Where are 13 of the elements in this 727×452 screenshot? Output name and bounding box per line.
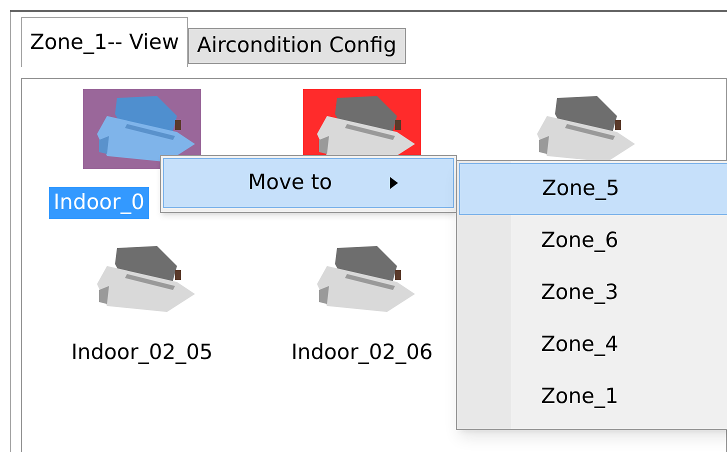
menu-item[interactable]: Zone_6 — [459, 215, 727, 267]
device-label: Indoor_02_06 — [291, 339, 433, 366]
tab[interactable]: Zone_1-- View — [21, 17, 188, 67]
device-label: Indoor_0 — [49, 187, 149, 218]
menu-item[interactable]: Zone_1 — [459, 371, 727, 423]
device-tile[interactable] — [83, 89, 201, 169]
device-label: Indoor_02_05 — [71, 339, 213, 366]
menu-item[interactable]: Zone_3 — [459, 267, 727, 319]
tab[interactable]: Aircondition Config — [188, 28, 406, 64]
submenu-arrow-icon — [390, 177, 398, 189]
menu-item[interactable]: Zone_4 — [459, 319, 727, 371]
menu-item[interactable]: Zone_5 — [459, 163, 727, 215]
menu-item[interactable]: Move to — [163, 158, 454, 208]
